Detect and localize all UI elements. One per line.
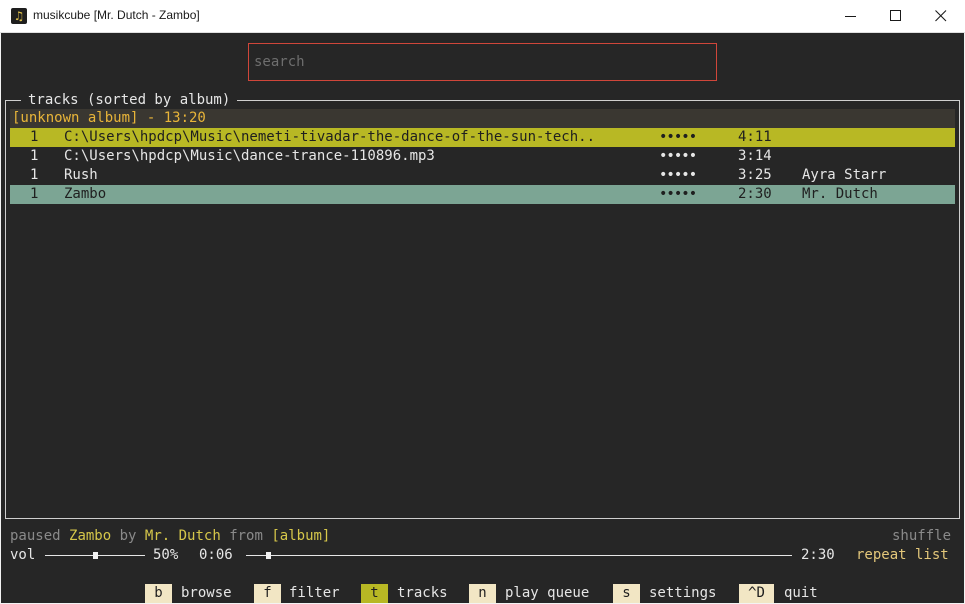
track-duration: 2:30: [738, 186, 772, 202]
shortcut-label-browse[interactable]: browse: [181, 584, 232, 603]
shortcut-label-settings[interactable]: settings: [649, 584, 716, 603]
maximize-icon: [890, 10, 901, 21]
track-artist: Ayra Starr: [802, 167, 887, 183]
track-number: 1: [30, 129, 39, 145]
status-album: [album]: [271, 528, 331, 544]
minimize-icon: [845, 16, 856, 17]
volume-label: vol: [10, 547, 36, 563]
search-input[interactable]: search: [248, 43, 717, 81]
track-rating: •••••: [659, 186, 697, 202]
track-title: Rush: [64, 167, 98, 183]
status-by: by: [119, 528, 137, 544]
shortcut-bar: b browse f filter t tracks n play queue …: [1, 584, 964, 603]
shortcut-key-tracks[interactable]: t: [361, 584, 388, 603]
maximize-button[interactable]: [873, 0, 919, 32]
minimize-button[interactable]: [828, 0, 874, 32]
shortcut-label-play-queue[interactable]: play queue: [505, 584, 589, 603]
shortcut-key-play-queue[interactable]: n: [469, 584, 496, 603]
total-time: 2:30: [801, 547, 835, 563]
track-number: 1: [30, 148, 39, 164]
status-from: from: [229, 528, 263, 544]
search-placeholder: search: [254, 54, 305, 70]
track-rating: •••••: [659, 167, 697, 183]
progress-slider-track: [246, 555, 792, 556]
track-number: 1: [30, 186, 39, 202]
album-header-label: [unknown album] - 13:20: [12, 110, 206, 126]
track-rating: •••••: [659, 129, 697, 145]
music-note-icon: ♫: [11, 8, 27, 24]
shortcut-label-tracks[interactable]: tracks: [397, 584, 448, 603]
window-title: musikcube [Mr. Dutch - Zambo]: [33, 8, 200, 22]
track-rating: •••••: [659, 148, 697, 164]
track-number: 1: [30, 167, 39, 183]
track-row-selected[interactable]: 1 Zambo ••••• 2:30 Mr. Dutch: [10, 185, 955, 204]
volume-slider-knob[interactable]: [93, 552, 98, 559]
shortcut-key-settings[interactable]: s: [613, 584, 640, 603]
track-row[interactable]: 1 C:\Users\hpdcp\Music\dance-trance-1108…: [10, 147, 955, 166]
status-track: Zambo: [69, 528, 112, 544]
track-duration: 4:11: [738, 129, 772, 145]
shortcut-key-browse[interactable]: b: [145, 584, 172, 603]
track-title: C:\Users\hpdcp\Music\nemeti-tivadar-the-…: [64, 129, 596, 145]
shuffle-toggle[interactable]: shuffle: [892, 527, 951, 546]
status-state: paused: [10, 528, 61, 544]
close-button[interactable]: [918, 0, 964, 32]
repeat-toggle[interactable]: repeat list: [856, 546, 949, 565]
track-row[interactable]: 1 Rush ••••• 3:25 Ayra Starr: [10, 166, 955, 185]
shortcut-label-quit[interactable]: quit: [784, 584, 818, 603]
window-titlebar: ♫ musikcube [Mr. Dutch - Zambo]: [0, 0, 965, 33]
track-artist: Mr. Dutch: [802, 186, 878, 202]
progress-slider-knob[interactable]: [265, 552, 271, 559]
shortcut-key-filter[interactable]: f: [254, 584, 281, 603]
track-title: Zambo: [64, 186, 107, 202]
terminal-area: search tracks (sorted by album) [unknown…: [1, 33, 964, 603]
volume-value: 50%: [153, 547, 179, 563]
status-artist: Mr. Dutch: [144, 528, 221, 544]
album-header[interactable]: [unknown album] - 13:20: [10, 109, 955, 128]
shortcut-key-quit[interactable]: ^D: [739, 584, 774, 603]
track-row-playing[interactable]: 1 C:\Users\hpdcp\Music\nemeti-tivadar-th…: [10, 128, 955, 147]
track-duration: 3:25: [738, 167, 772, 183]
shortcut-label-filter[interactable]: filter: [289, 584, 340, 603]
track-title: C:\Users\hpdcp\Music\dance-trance-110896…: [64, 148, 435, 164]
tracks-panel-title: tracks (sorted by album): [21, 91, 238, 110]
elapsed-time: 0:06: [199, 547, 233, 563]
close-icon: [935, 10, 947, 22]
track-duration: 3:14: [738, 148, 772, 164]
playback-status: paused Zambo by Mr. Dutch from [album]: [10, 527, 330, 546]
